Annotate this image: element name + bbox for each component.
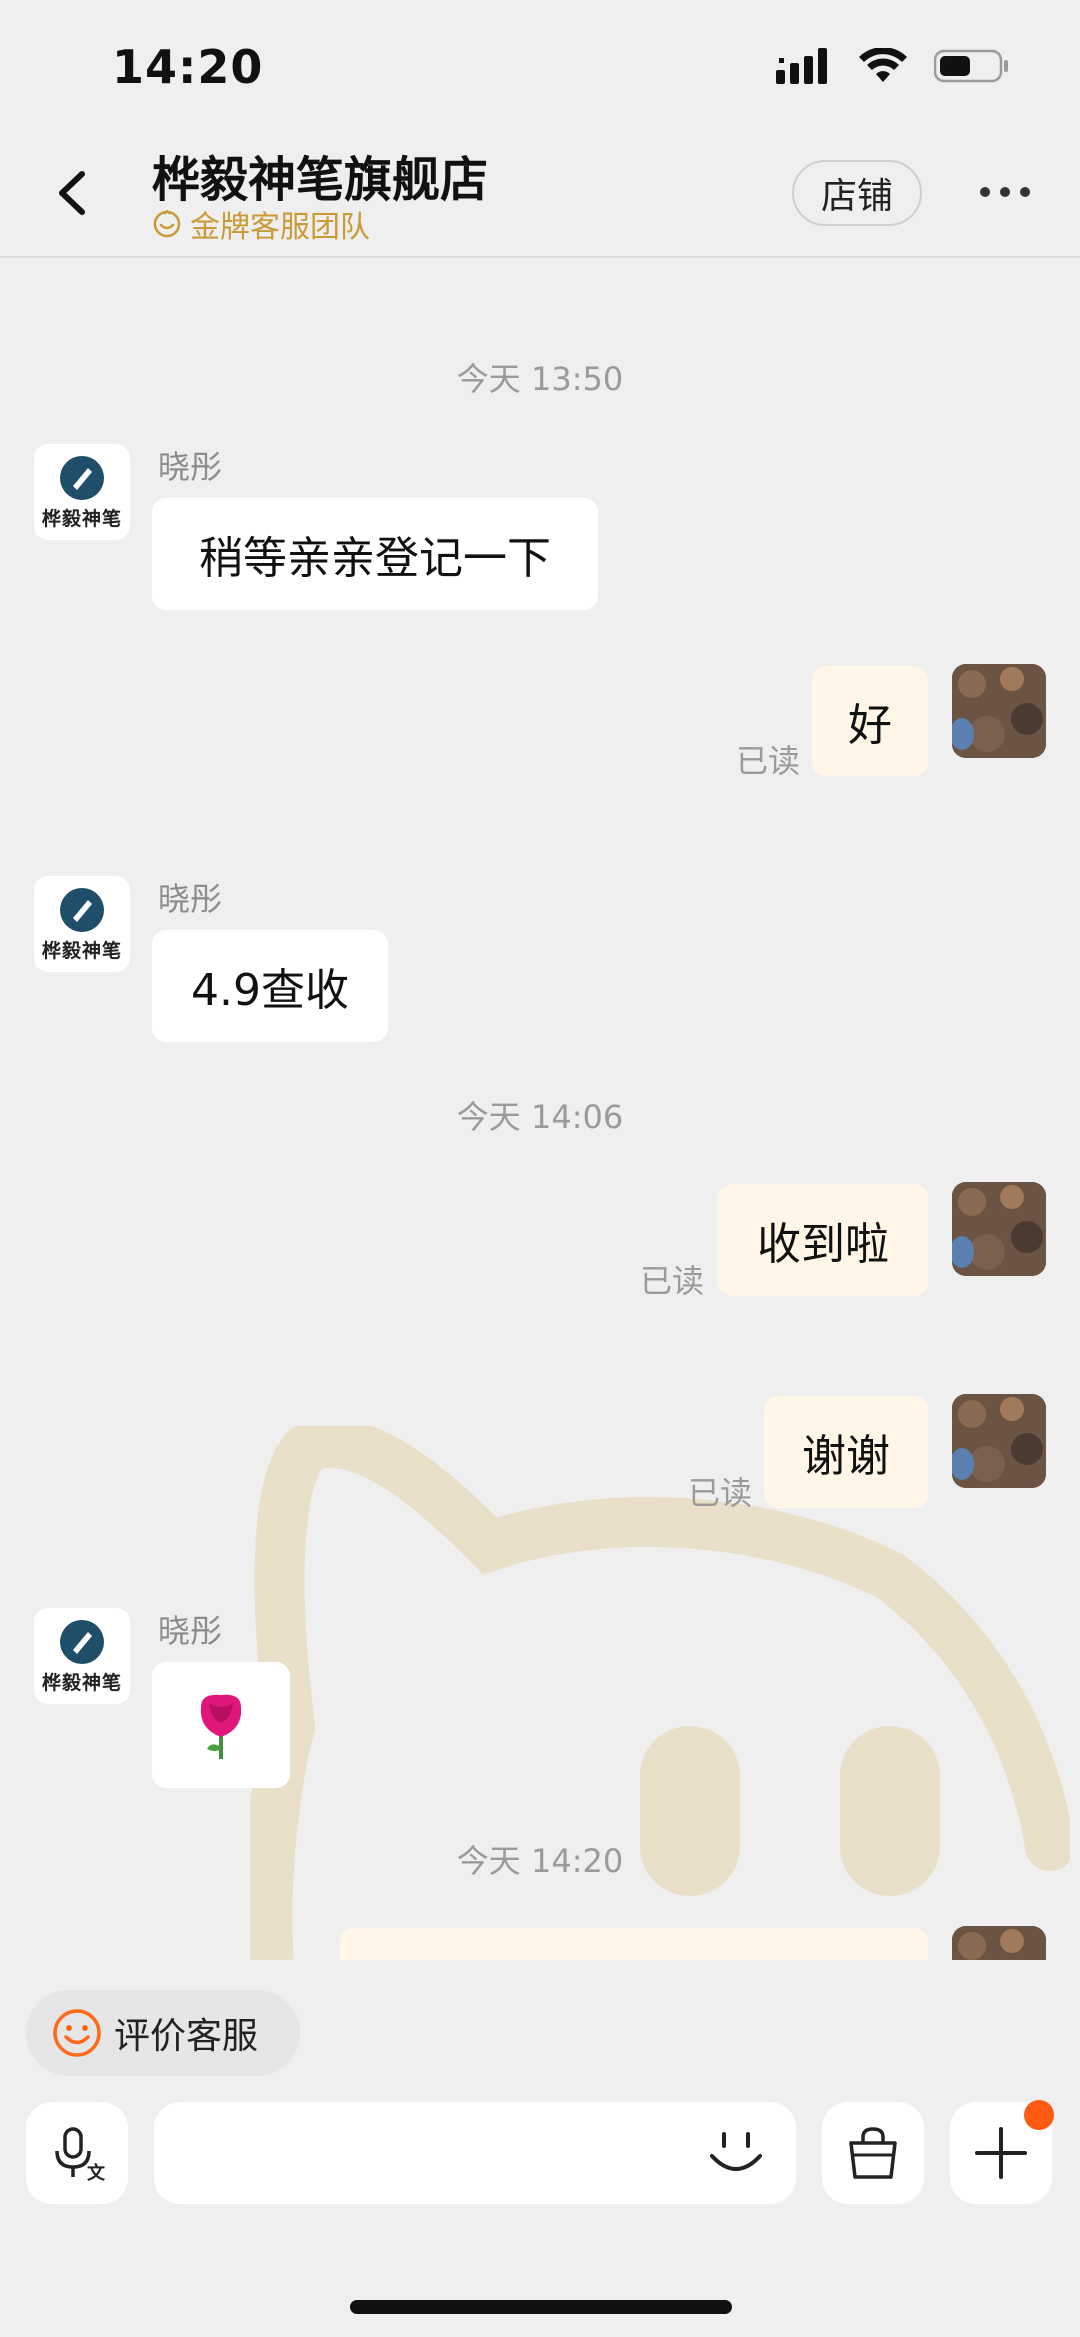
timestamp: 今天 14:20 [456,1842,624,1880]
status-time: 14:20 [112,40,264,94]
voice-input-button[interactable]: 文 [26,2102,128,2204]
notification-dot [1024,2100,1054,2130]
wifi-icon [859,48,907,82]
timestamp: 今天 13:50 [456,360,624,398]
rate-service-button[interactable]: 评价客服 [26,1990,300,2076]
read-receipt: 已读 [688,1474,753,1512]
user-photo-icon [952,1926,1046,1960]
outgoing-message-bubble[interactable]: 收到啦 [718,1184,928,1296]
pen-logo-icon [60,888,104,932]
sender-name: 晓彤 [158,880,223,918]
shop-avatar[interactable]: 桦毅神笔 [34,876,130,972]
pen-logo-icon [60,1620,104,1664]
store-button[interactable]: 店铺 [792,160,922,226]
battery-icon [934,49,1008,83]
service-badge-icon [153,209,181,238]
read-receipt: 已读 [640,1262,705,1300]
status-bar: 14:20 [0,0,1080,140]
sender-name: 晓彤 [158,1612,223,1650]
microphone-icon: 文 [55,2127,106,2183]
outgoing-message-bubble[interactable]: 谢谢 [764,1396,928,1508]
user-avatar[interactable] [952,1926,1046,1960]
emoji-icon [710,2132,762,2171]
rate-service-label: 评价客服 [114,2016,259,2057]
sender-name: 晓彤 [158,448,223,486]
shop-logo-text: 桦毅神笔 [41,940,122,962]
home-indicator[interactable] [350,2300,732,2314]
shop-title[interactable]: 桦毅神笔旗舰店 [152,140,488,210]
more-dot-icon [1000,187,1010,197]
user-avatar[interactable] [952,1182,1046,1276]
user-photo-icon [952,1182,1046,1276]
more-menu-button[interactable] [980,182,1050,202]
outgoing-message-bubble[interactable]: 好 [812,666,928,776]
shop-logo-text: 桦毅神笔 [41,1672,122,1694]
shopping-bag-icon [849,2127,897,2179]
signal-icon [776,48,827,84]
sticker-message-bubble[interactable] [152,1662,290,1788]
shopping-bag-button[interactable] [822,2102,924,2204]
team-row: 金牌客服团队 [152,202,370,246]
user-photo-icon [952,664,1046,758]
more-dot-icon [1020,187,1030,197]
back-button[interactable] [44,160,104,224]
emoji-button[interactable] [700,2116,772,2188]
shop-avatar[interactable]: 桦毅神笔 [34,444,130,540]
user-photo-icon [952,1394,1046,1488]
rose-icon [200,1694,242,1759]
svg-text:文: 文 [87,2162,106,2183]
shop-logo-text: 桦毅神笔 [41,508,122,530]
status-icons [776,48,1010,84]
read-receipt: 已读 [736,742,801,780]
incoming-message-bubble[interactable]: 4.9查收 [152,930,388,1042]
user-avatar[interactable] [952,664,1046,758]
user-avatar[interactable] [952,1394,1046,1488]
chat-message-list[interactable]: 今天 13:50 桦毅神笔 晓彤 稍等亲亲登记一下 已读 好 桦毅神笔 晓彤 4… [0,258,1080,1960]
timestamp: 今天 14:06 [456,1098,624,1136]
chat-header: 桦毅神笔旗舰店 金牌客服团队 店铺 [0,130,1080,258]
smiley-icon [53,2009,101,2057]
pen-logo-icon [60,456,104,500]
shop-avatar[interactable]: 桦毅神笔 [34,1608,130,1704]
chevron-left-icon [59,171,85,215]
incoming-message-bubble[interactable]: 稍等亲亲登记一下 [152,498,598,610]
team-label: 金牌客服团队 [190,210,370,245]
outgoing-message-bubble[interactable] [340,1928,928,1960]
more-dot-icon [980,187,990,197]
plus-icon [975,2127,1027,2179]
